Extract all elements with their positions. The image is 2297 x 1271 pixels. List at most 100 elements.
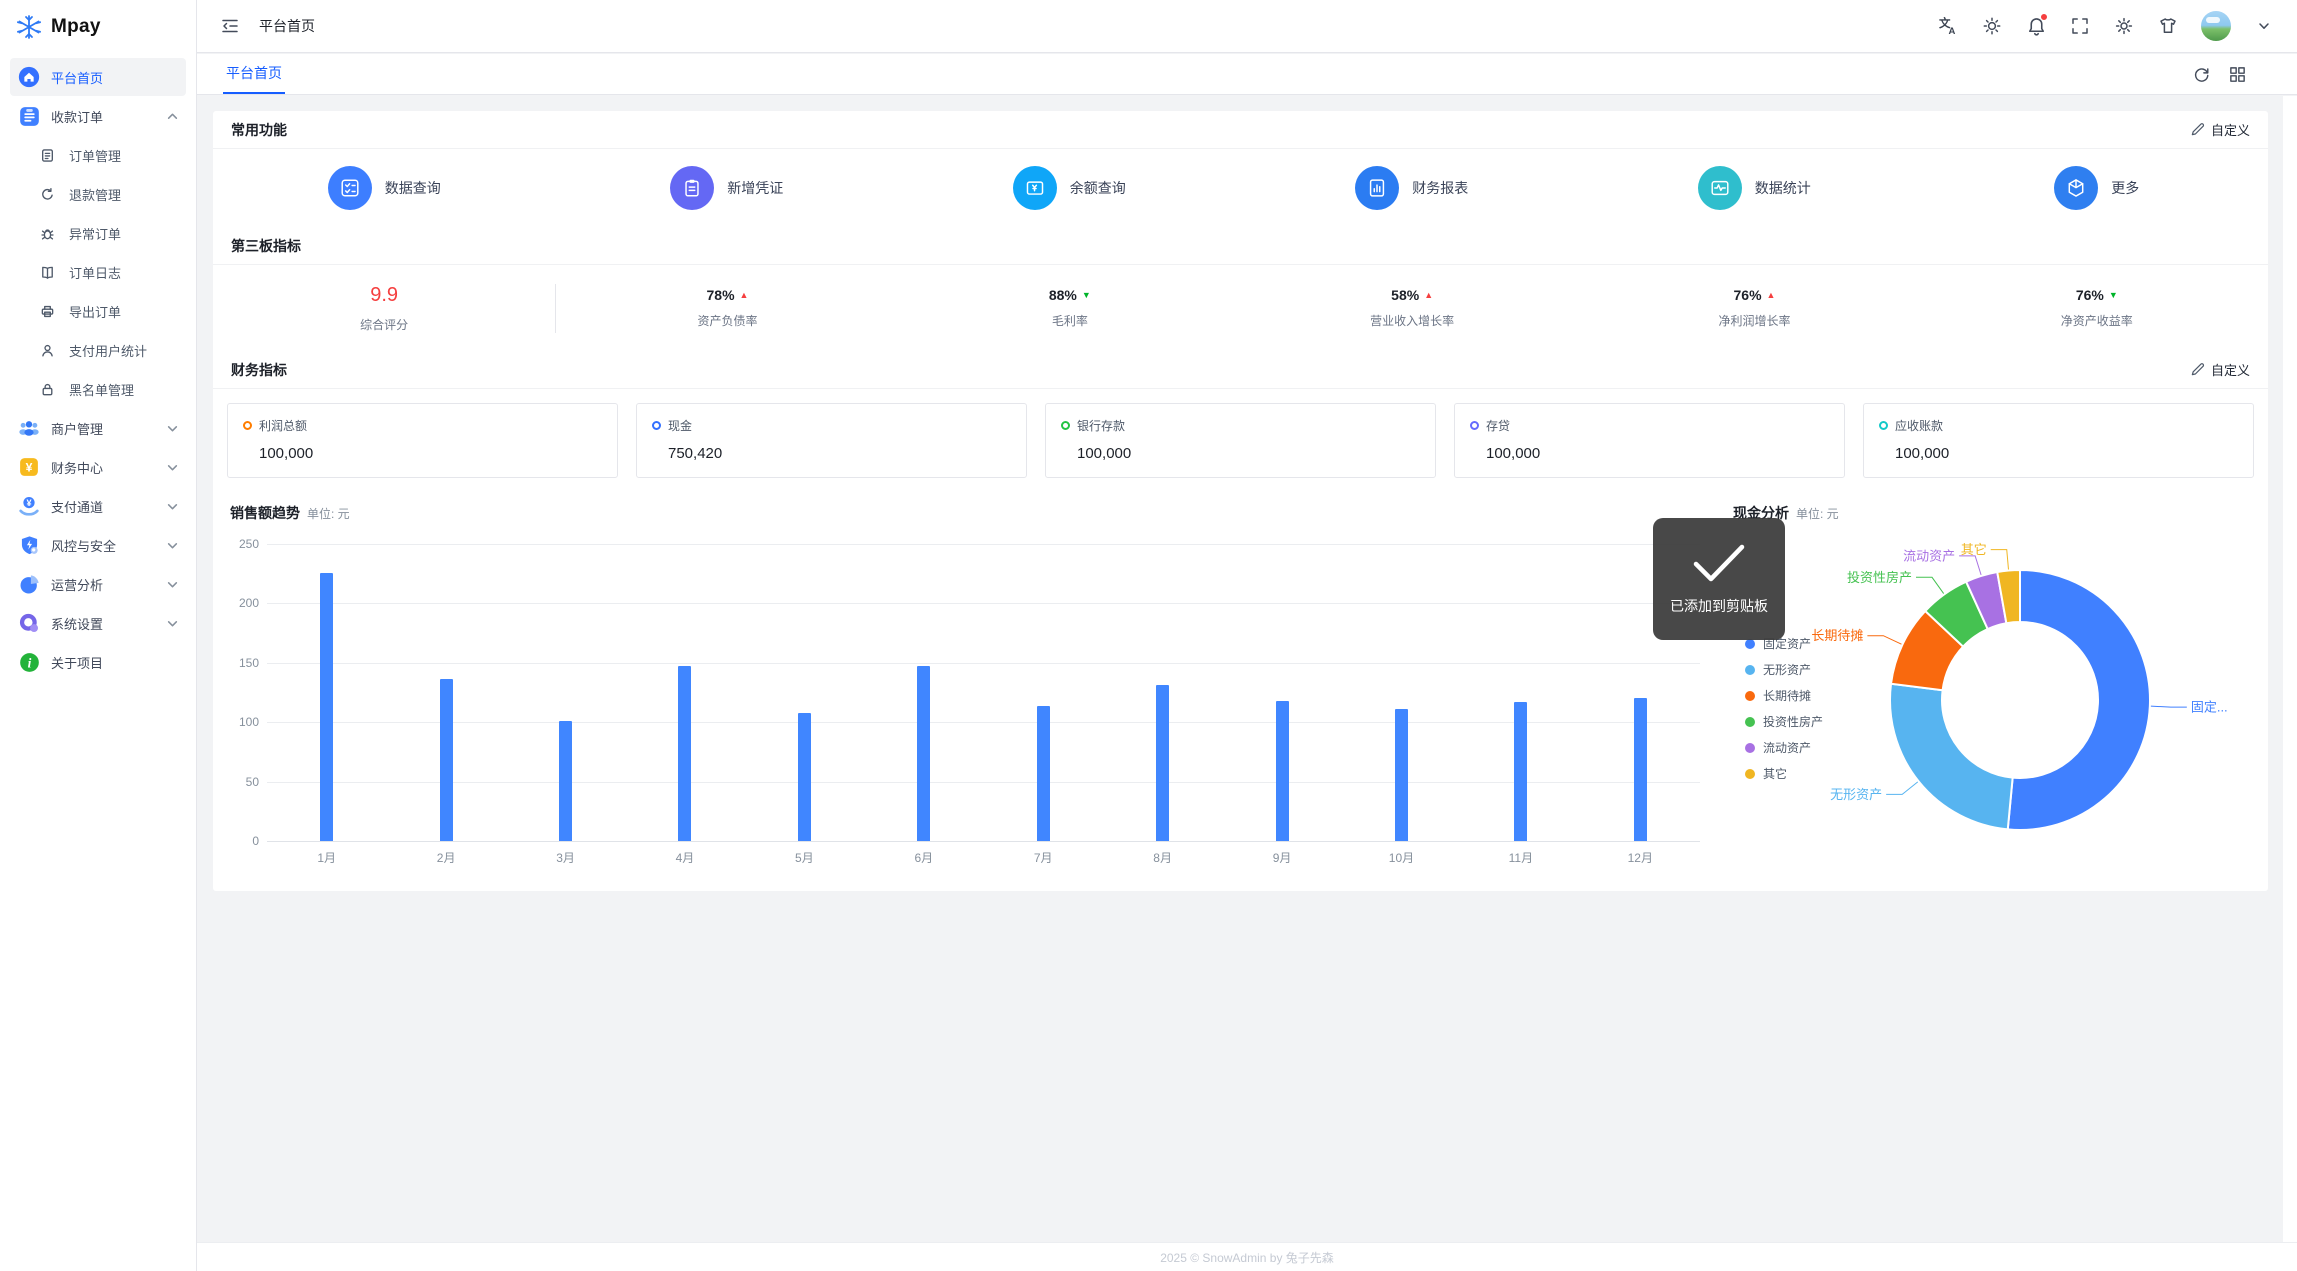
- trend-up-icon: ▲: [740, 291, 749, 300]
- header-actions: 文A: [1937, 11, 2275, 41]
- sidebar-subitem-1-3[interactable]: 订单日志: [10, 253, 186, 291]
- sidebar-item-5[interactable]: 风控与安全: [10, 526, 186, 564]
- sidebar-subitem-1-0[interactable]: 订单管理: [10, 136, 186, 174]
- finance-card-0: 利润总额100,000: [227, 403, 618, 478]
- clipboard-toast: 已添加到剪贴板: [1653, 518, 1785, 640]
- x-axis-label: 7月: [984, 849, 1103, 866]
- notification-bell-icon[interactable]: [2025, 15, 2047, 37]
- settings-gear-icon[interactable]: [2113, 15, 2135, 37]
- ring-dot-icon: [652, 421, 661, 430]
- quick-customize-button[interactable]: 自定义: [2190, 120, 2250, 139]
- merchants-icon: [18, 417, 40, 439]
- user-icon: [36, 339, 58, 361]
- legend-label: 投资性房产: [1763, 713, 1823, 730]
- sidebar-item-label: 商户管理: [51, 419, 103, 438]
- quick-action-label: 更多: [2111, 178, 2139, 198]
- sidebar-subitem-1-5[interactable]: 支付用户统计: [10, 331, 186, 369]
- scrollbar-track[interactable]: [2283, 96, 2297, 1271]
- bar-7月: [1037, 706, 1050, 841]
- x-axis-label: 1月: [267, 849, 386, 866]
- metric-label: 综合评分: [213, 316, 555, 333]
- sidebar-item-4[interactable]: ¥支付通道: [10, 487, 186, 525]
- section-finance-title: 财务指标: [231, 360, 287, 380]
- chevron-down-icon[interactable]: [2253, 15, 2275, 37]
- skin-shirt-icon[interactable]: [2157, 15, 2179, 37]
- bar-6月: [917, 666, 930, 841]
- logbook-icon: [36, 261, 58, 283]
- quick-action-4[interactable]: 数据统计: [1583, 166, 1926, 210]
- quick-action-3[interactable]: 财务报表: [1241, 166, 1584, 210]
- gridline: [267, 722, 1700, 723]
- finance-cards-row: 利润总额100,000现金750,420银行存款100,000存贷100,000…: [213, 389, 2268, 495]
- legend-item-无形资产[interactable]: 无形资产: [1745, 661, 1823, 678]
- sidebar-subitem-1-4[interactable]: 导出订单: [10, 292, 186, 330]
- quick-action-label: 数据统计: [1755, 178, 1811, 198]
- main-content: 常用功能 自定义 数据查询新增凭证余额查询财务报表数据统计更多 第三板指标 9.…: [197, 96, 2283, 1242]
- legend-item-长期待摊[interactable]: 长期待摊: [1745, 687, 1823, 704]
- translate-icon[interactable]: 文A: [1937, 15, 1959, 37]
- sidebar-subitem-label: 订单日志: [69, 263, 121, 282]
- quick-action-2[interactable]: 余额查询: [898, 166, 1241, 210]
- printer-icon: [36, 300, 58, 322]
- x-axis-label: 5月: [745, 849, 864, 866]
- sidebar-subitem-1-2[interactable]: 异常订单: [10, 214, 186, 252]
- grid-layout-icon[interactable]: [2227, 64, 2247, 84]
- notification-badge: [2040, 13, 2048, 21]
- legend-dot-icon: [1745, 639, 1755, 649]
- dashboard-card: 常用功能 自定义 数据查询新增凭证余额查询财务报表数据统计更多 第三板指标 9.…: [213, 111, 2268, 891]
- callout-line: [1886, 782, 1918, 795]
- x-axis-label: 6月: [864, 849, 983, 866]
- cube-icon: [2054, 166, 2098, 210]
- finance-card-label: 应收账款: [1895, 417, 1943, 434]
- sidebar-item-2[interactable]: 商户管理: [10, 409, 186, 447]
- callout-label-流动资产: 流动资产: [1903, 548, 1955, 563]
- gridline: [267, 544, 1700, 545]
- sidebar-item-7[interactable]: 系统设置: [10, 604, 186, 642]
- tab-actions: [2191, 64, 2247, 84]
- menu-fold-icon[interactable]: [217, 13, 243, 39]
- legend-label: 长期待摊: [1763, 687, 1811, 704]
- sidebar-item-8[interactable]: i关于项目: [10, 643, 186, 681]
- pay-channel-icon: ¥: [18, 495, 40, 517]
- sidebar-subitem-1-6[interactable]: 黑名单管理: [10, 370, 186, 408]
- section-board-header: 第三板指标: [213, 227, 2268, 265]
- finance-customize-button[interactable]: 自定义: [2190, 360, 2250, 379]
- quick-action-label: 数据查询: [385, 178, 441, 198]
- quick-action-1[interactable]: 新增凭证: [556, 166, 899, 210]
- legend-item-其它[interactable]: 其它: [1745, 765, 1823, 782]
- fullscreen-icon[interactable]: [2069, 15, 2091, 37]
- user-avatar[interactable]: [2201, 11, 2231, 41]
- board-metric-1: 78%▲资产负债率: [556, 287, 898, 329]
- bar-8月: [1156, 685, 1169, 841]
- metric-value: 58%: [1391, 287, 1419, 303]
- check-icon: [1690, 542, 1748, 584]
- legend-dot-icon: [1745, 743, 1755, 753]
- legend-item-流动资产[interactable]: 流动资产: [1745, 739, 1823, 756]
- sidebar-item-1[interactable]: 收款订单: [10, 97, 186, 135]
- metric-label: 毛利率: [899, 312, 1241, 329]
- section-finance-header: 财务指标 自定义: [213, 351, 2268, 389]
- refresh-icon[interactable]: [2191, 64, 2211, 84]
- legend-item-投资性房产[interactable]: 投资性房产: [1745, 713, 1823, 730]
- section-quick-header: 常用功能 自定义: [213, 111, 2268, 149]
- finance-card-label: 银行存款: [1077, 417, 1125, 434]
- y-axis-tick: 0: [215, 834, 259, 848]
- bar-chart-unit: 单位: 元: [307, 507, 350, 521]
- sidebar-item-label: 收款订单: [51, 107, 103, 126]
- sidebar: Mpay 平台首页收款订单订单管理退款管理异常订单订单日志导出订单支付用户统计黑…: [0, 0, 197, 1271]
- y-axis-tick: 100: [215, 715, 259, 729]
- quick-action-0[interactable]: 数据查询: [213, 166, 556, 210]
- bar-10月: [1395, 709, 1408, 841]
- sidebar-subitem-1-1[interactable]: 退款管理: [10, 175, 186, 213]
- info-icon: i: [18, 651, 40, 673]
- sidebar-item-0[interactable]: 平台首页: [10, 58, 186, 96]
- sidebar-menu: 平台首页收款订单订单管理退款管理异常订单订单日志导出订单支付用户统计黑名单管理商…: [0, 53, 196, 681]
- svg-text:¥: ¥: [26, 498, 32, 508]
- quick-action-label: 余额查询: [1070, 178, 1126, 198]
- sidebar-item-6[interactable]: 运营分析: [10, 565, 186, 603]
- callout-label-无形资产: 无形资产: [1830, 787, 1882, 802]
- tab-platform-home[interactable]: 平台首页: [223, 54, 285, 94]
- sidebar-item-3[interactable]: ¥财务中心: [10, 448, 186, 486]
- quick-action-5[interactable]: 更多: [1926, 166, 2269, 210]
- theme-sun-icon[interactable]: [1981, 15, 2003, 37]
